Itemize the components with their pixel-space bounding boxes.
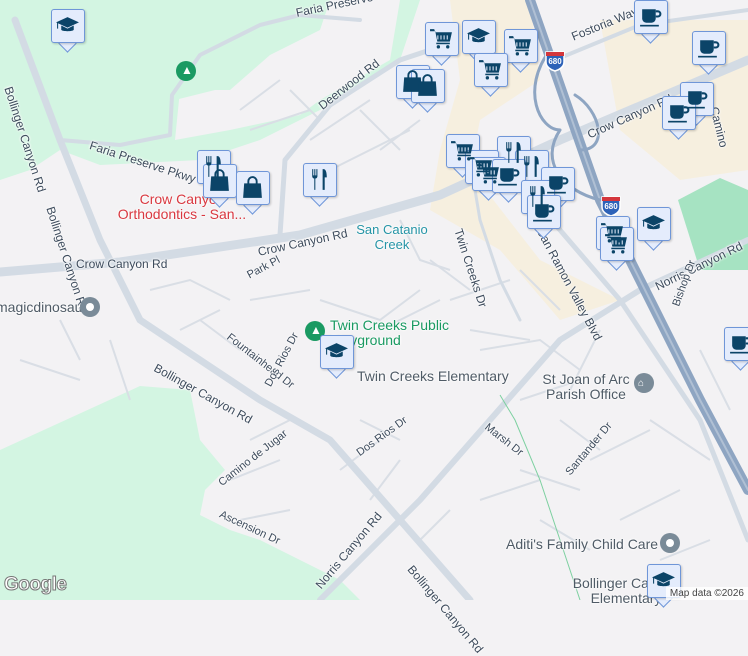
park-pin-icon[interactable]: ▲ [176,61,196,81]
shopping-marker[interactable] [203,164,237,208]
coffee-cup-icon [638,4,663,29]
coffee-cup-icon [696,35,721,60]
place-label-san-catanio-creek: San Catanio Creek [356,222,428,252]
graduation-cap-icon [324,339,349,364]
coffee-cup-icon [728,331,748,356]
graduation-cap-icon [466,24,491,49]
coffee-cup-icon [531,199,556,224]
place-label-twin-creeks-elementary[interactable]: Twin Creeks Elementary [357,368,509,384]
place-label-aditis-child-care[interactable]: Aditi's Family Child Care [506,536,658,552]
park-area-south [0,386,360,600]
shopping-bag-icon [207,168,232,193]
place-label-magicdinosaur[interactable]: magicdinosaur [0,299,87,315]
place-label-st-joan-of-arc[interactable]: St Joan of Arc Parish Office [540,372,632,402]
road-label-crow-canyon-1: Crow Canyon Rd [76,257,168,271]
school-marker[interactable] [51,9,85,53]
shopping-cart-icon [429,26,454,51]
fork-knife-icon [307,167,332,192]
church-pin-icon[interactable]: ⌂ [634,373,654,393]
coffee-cup-icon [666,100,691,125]
place-pin-icon[interactable] [660,533,680,553]
graduation-cap-icon [641,211,666,236]
shopping-cart-icon [478,57,503,82]
graduation-cap-icon [651,568,676,593]
shopping-marker[interactable] [411,69,445,113]
cafe-marker[interactable] [634,0,668,44]
grocery-marker[interactable] [474,53,508,97]
google-logo: Google [3,574,67,596]
shopping-bag-icon [240,175,265,200]
shopping-cart-icon [508,33,533,58]
shopping-marker[interactable] [236,171,270,215]
restaurant-marker[interactable] [303,163,337,207]
highway-680-label: 680 [604,202,618,211]
shopping-cart-icon [604,231,629,256]
shopping-bag-icon [415,73,440,98]
cafe-marker[interactable] [662,96,696,140]
cafe-marker[interactable] [692,31,726,75]
highway-680-label: 680 [548,57,562,66]
fork-knife-icon [519,154,544,179]
school-marker[interactable] [320,335,354,379]
highway-680-shield: 680 [544,50,566,72]
cafe-marker[interactable] [724,327,748,371]
grocery-marker[interactable] [600,227,634,271]
grocery-marker[interactable] [425,22,459,66]
graduation-cap-icon [55,13,80,38]
cafe-marker[interactable] [527,195,561,239]
school-marker[interactable] [637,207,671,251]
map-attribution[interactable]: Map data ©2026 [665,587,748,600]
coffee-cup-icon [496,163,521,188]
place-pin-icon[interactable] [80,297,100,317]
highway-680-shield-2: 680 [600,195,622,217]
grocery-marker[interactable] [504,29,538,73]
